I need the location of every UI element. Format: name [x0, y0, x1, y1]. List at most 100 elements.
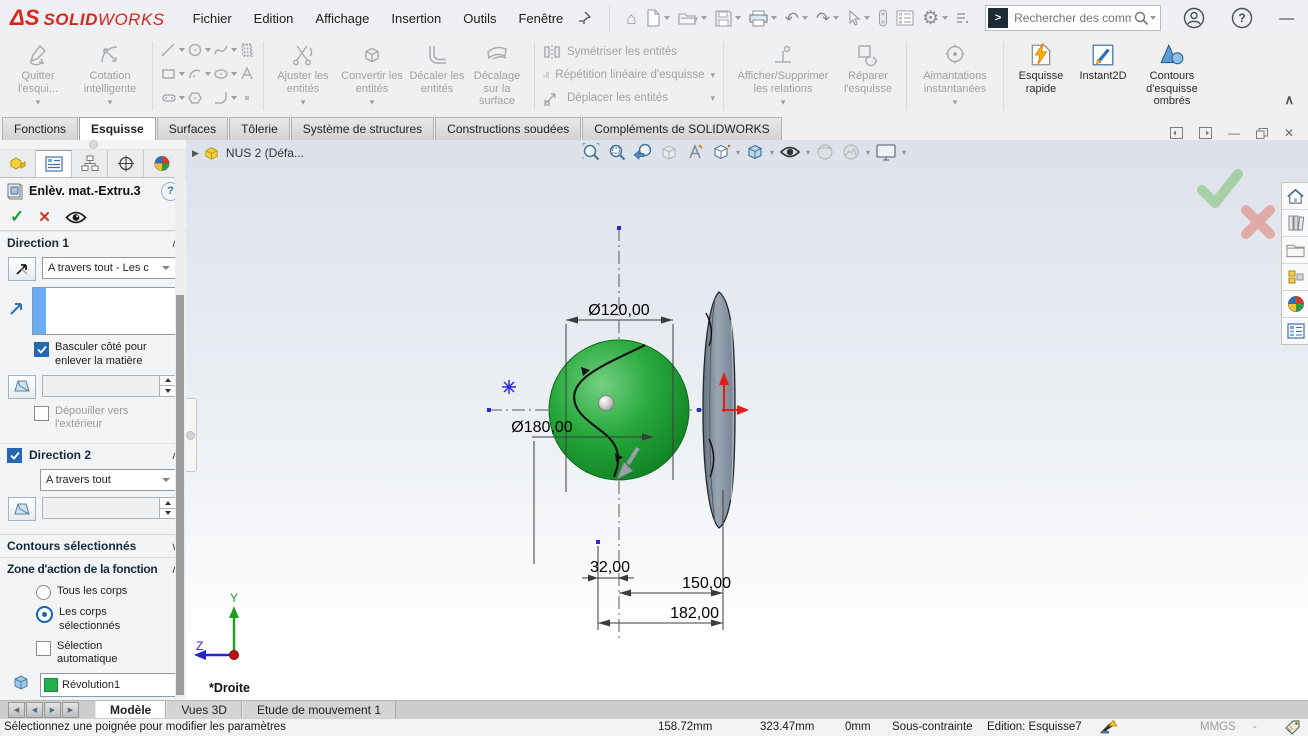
- rectangle-tool-button[interactable]: [161, 66, 185, 82]
- reverse-direction-button[interactable]: [8, 257, 36, 281]
- view-orientation-button[interactable]: [710, 142, 732, 162]
- instant2d-button[interactable]: Instant2D: [1072, 40, 1134, 83]
- view-settings-button[interactable]: [874, 142, 898, 162]
- taskpane-file-explorer-button[interactable]: [1282, 237, 1308, 264]
- slot-dropdown-icon[interactable]: [179, 96, 185, 100]
- tab-nav-first-button[interactable]: ◀: [8, 702, 25, 718]
- tab-nav-next-button[interactable]: ▶: [44, 702, 61, 718]
- save-dropdown-icon[interactable]: [734, 16, 741, 20]
- hatch-tool-button[interactable]: [239, 42, 255, 58]
- move-dropdown-icon[interactable]: ▾: [710, 93, 715, 104]
- confirm-ok-button[interactable]: [1197, 169, 1243, 208]
- undo-button[interactable]: ↶: [783, 9, 810, 28]
- search-dropdown-icon[interactable]: [1150, 16, 1157, 20]
- panel-drag-handle[interactable]: [0, 140, 186, 150]
- doc-close-button[interactable]: ✕: [1284, 126, 1294, 140]
- tab-featuremanager[interactable]: [0, 150, 36, 177]
- pm-scrollbar[interactable]: [175, 150, 185, 699]
- zoom-area-icon[interactable]: [606, 142, 628, 162]
- linear-pattern-dropdown-icon[interactable]: ▾: [710, 70, 715, 81]
- sketch-point[interactable]: [617, 226, 621, 230]
- account-icon[interactable]: [1183, 7, 1205, 29]
- menu-insertion[interactable]: Insertion: [391, 11, 441, 26]
- direction2-checkbox[interactable]: [7, 448, 22, 463]
- offset-entities-button[interactable]: Décaler les entités: [408, 40, 466, 95]
- pin-menu-icon[interactable]: [577, 11, 592, 25]
- confirm-cancel-button[interactable]: [1241, 205, 1275, 239]
- circle-dropdown-icon[interactable]: [205, 48, 211, 52]
- display-relations-dropdown-icon[interactable]: ▾: [781, 98, 786, 107]
- search-box[interactable]: >: [985, 5, 1162, 31]
- smart-dimension-button[interactable]: Cotation intelligente ▾: [74, 40, 146, 107]
- open-dropdown-icon[interactable]: [700, 16, 707, 20]
- repair-sketch-button[interactable]: Réparer l'esquisse: [836, 40, 900, 95]
- tab-displaymanager[interactable]: [144, 150, 179, 177]
- draft-button[interactable]: [8, 374, 36, 399]
- hide-annotations-icon[interactable]: [684, 142, 706, 162]
- panel-splitter-handle[interactable]: [186, 398, 197, 472]
- apply-scene-dropdown-icon[interactable]: ▾: [866, 148, 870, 157]
- sketch-point[interactable]: [697, 408, 701, 412]
- tab-vues-3d[interactable]: Vues 3D: [166, 701, 242, 719]
- hide-show-items-button[interactable]: [778, 142, 802, 162]
- instant-snaps-button[interactable]: Aimantations instantanées ▾: [913, 40, 997, 107]
- trim-entities-button[interactable]: Ajuster les entités ▾: [270, 40, 336, 107]
- direction2-end-condition-select[interactable]: A travers tout: [40, 469, 176, 491]
- pm-scrollbar-thumb[interactable]: [176, 295, 184, 695]
- section-view-icon[interactable]: [658, 142, 680, 162]
- tab-fonctions[interactable]: Fonctions: [2, 117, 79, 140]
- body-item[interactable]: Révolution1: [62, 679, 120, 691]
- doc-restore-button[interactable]: [1255, 127, 1268, 139]
- rapid-sketch-button[interactable]: Esquisse rapide: [1010, 40, 1072, 95]
- center-grip[interactable]: [598, 395, 614, 411]
- tab-constructions-soudees[interactable]: Constructions soudées: [435, 117, 582, 140]
- search-input[interactable]: [1012, 10, 1135, 26]
- ellipse-dropdown-icon[interactable]: [231, 72, 237, 76]
- home-button[interactable]: ⌂: [624, 9, 638, 28]
- direction2-header[interactable]: Direction 2 ∧: [0, 443, 186, 466]
- tab-dimxpertmanager[interactable]: [108, 150, 144, 177]
- line-dropdown-icon[interactable]: [179, 48, 185, 52]
- new-document-button[interactable]: [643, 8, 672, 28]
- tab-modele[interactable]: Modèle: [95, 701, 167, 719]
- direction1-header[interactable]: Direction 1 ∧: [0, 231, 186, 254]
- smart-dimension-dropdown-icon[interactable]: ▾: [108, 98, 113, 107]
- options-dropdown-icon[interactable]: [942, 16, 949, 20]
- tab-surfaces[interactable]: Surfaces: [156, 117, 229, 140]
- draft-angle-spinner[interactable]: [159, 498, 175, 518]
- display-relations-button[interactable]: Afficher/Supprimer les relations ▾: [730, 40, 836, 107]
- select-button[interactable]: [845, 9, 872, 27]
- exit-sketch-dropdown-icon[interactable]: ▾: [36, 98, 41, 107]
- dimension-182[interactable]: 182,00: [670, 605, 719, 622]
- selected-contours-header[interactable]: Contours sélectionnés ∨: [0, 534, 186, 557]
- direction1-selection-box[interactable]: [32, 287, 176, 335]
- doc-minimize-button[interactable]: —: [1228, 126, 1240, 140]
- redo-dropdown-icon[interactable]: [833, 16, 840, 20]
- dimension-150[interactable]: 150,00: [682, 575, 731, 592]
- slot-tool-button[interactable]: [161, 90, 185, 106]
- menu-outils[interactable]: Outils: [463, 11, 496, 26]
- menu-fenetre[interactable]: Fenêtre: [518, 11, 563, 26]
- tab-nav-last-button[interactable]: ▶: [62, 702, 79, 718]
- print-button[interactable]: [747, 9, 779, 28]
- hide-show-dropdown-icon[interactable]: ▾: [806, 148, 810, 157]
- bodies-listbox[interactable]: Révolution1: [40, 673, 176, 697]
- point-tool-button[interactable]: [239, 90, 255, 106]
- search-icon[interactable]: [1134, 11, 1149, 26]
- display-style-button[interactable]: [744, 142, 766, 162]
- magnetic-lines-button[interactable]: [876, 8, 890, 28]
- tab-etude-mouvement[interactable]: Etude de mouvement 1: [241, 701, 397, 719]
- status-sketch-warning-icon[interactable]: [1098, 720, 1118, 735]
- tab-tolerie[interactable]: Tôlerie: [229, 117, 290, 140]
- trim-dropdown-icon[interactable]: ▾: [301, 98, 306, 107]
- sketch-point[interactable]: [596, 540, 600, 544]
- mirror-entities-button[interactable]: Symétriser les entités: [543, 42, 715, 62]
- move-entities-button[interactable]: Déplacer les entités ▾: [543, 88, 715, 108]
- linear-pattern-button[interactable]: Répétition linéaire d'esquisse ▾: [543, 65, 715, 85]
- direction2-draft-angle-input[interactable]: [42, 497, 176, 519]
- pane-right-icon[interactable]: [1198, 127, 1212, 139]
- options-button[interactable]: ⚙: [920, 8, 950, 29]
- pm-preview-eye-icon[interactable]: [65, 210, 87, 225]
- arc-dropdown-icon[interactable]: [205, 72, 211, 76]
- rectangle-dropdown-icon[interactable]: [179, 72, 185, 76]
